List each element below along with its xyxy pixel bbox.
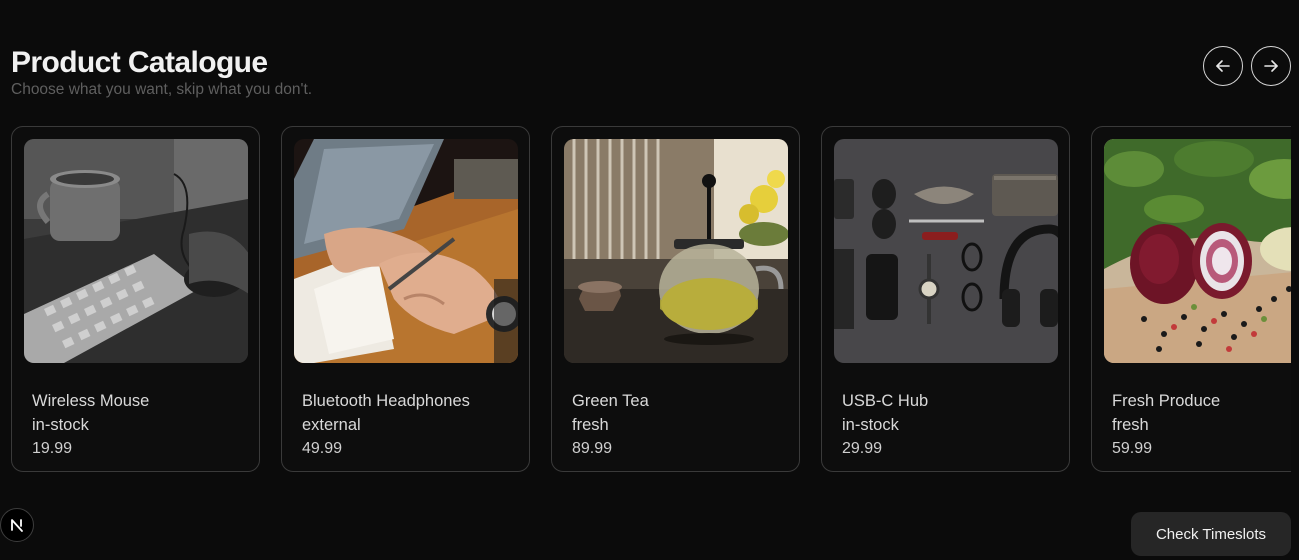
flatlay-accessories-photo xyxy=(834,139,1058,363)
product-tag: in-stock xyxy=(32,416,89,434)
product-info: Bluetooth Headphones external 49.99 xyxy=(302,389,470,461)
product-price: 19.99 xyxy=(32,440,73,457)
product-tag: in-stock xyxy=(842,416,899,434)
product-card[interactable]: USB-C Hub in-stock 29.99 xyxy=(821,126,1070,472)
product-name: Wireless Mouse xyxy=(32,392,150,410)
check-timeslots-button[interactable]: Check Timeslots xyxy=(1131,512,1291,556)
product-carousel[interactable]: Wireless Mouse in-stock 19.99 Bluetooth … xyxy=(11,126,1291,472)
product-info: Green Tea fresh 89.99 xyxy=(572,389,649,461)
carousel-track: Wireless Mouse in-stock 19.99 Bluetooth … xyxy=(11,126,1291,472)
product-catalogue-page: Product Catalogue Choose what you want, … xyxy=(0,0,1299,560)
arrow-left-icon xyxy=(1216,60,1230,72)
product-price: 59.99 xyxy=(1112,440,1153,457)
carousel-prev-button[interactable] xyxy=(1203,46,1243,86)
product-price: 89.99 xyxy=(572,440,613,457)
product-info: Fresh Produce fresh 59.99 xyxy=(1112,389,1220,461)
product-card[interactable]: Fresh Produce fresh 59.99 xyxy=(1091,126,1291,472)
product-name: Bluetooth Headphones xyxy=(302,392,470,410)
product-image-hand-writing xyxy=(294,139,518,363)
n-logo-badge[interactable] xyxy=(0,508,34,542)
product-card[interactable]: Green Tea fresh 89.99 xyxy=(551,126,800,472)
product-tag: external xyxy=(302,416,361,434)
product-price: 49.99 xyxy=(302,440,343,457)
arrow-right-icon xyxy=(1264,60,1278,72)
product-image-onion xyxy=(1104,139,1291,363)
product-name: Green Tea xyxy=(572,392,649,410)
red-onion-peppercorns-photo xyxy=(1104,139,1291,363)
product-info: USB-C Hub in-stock 29.99 xyxy=(842,389,928,461)
product-image-desk-keyboard-mug xyxy=(24,139,248,363)
product-card[interactable]: Wireless Mouse in-stock 19.99 xyxy=(11,126,260,472)
product-card[interactable]: Bluetooth Headphones external 49.99 xyxy=(281,126,530,472)
product-image-tea-press xyxy=(564,139,788,363)
product-tag: fresh xyxy=(1112,416,1149,434)
product-name: USB-C Hub xyxy=(842,392,929,410)
carousel-next-button[interactable] xyxy=(1251,46,1291,86)
n-logo-icon xyxy=(11,519,23,532)
page-subtitle: Choose what you want, skip what you don'… xyxy=(11,81,313,98)
page-title: Product Catalogue xyxy=(11,46,268,79)
desk-keyboard-mug-photo xyxy=(24,139,248,363)
product-image-flatlay xyxy=(834,139,1058,363)
page-header: Product Catalogue Choose what you want, … xyxy=(11,46,312,99)
product-price: 29.99 xyxy=(842,440,883,457)
product-info: Wireless Mouse in-stock 19.99 xyxy=(32,389,149,461)
product-name: Fresh Produce xyxy=(1112,392,1221,410)
tea-press-pot-photo xyxy=(564,139,788,363)
hand-writing-notebook-photo xyxy=(294,139,518,363)
product-tag: fresh xyxy=(572,416,609,434)
